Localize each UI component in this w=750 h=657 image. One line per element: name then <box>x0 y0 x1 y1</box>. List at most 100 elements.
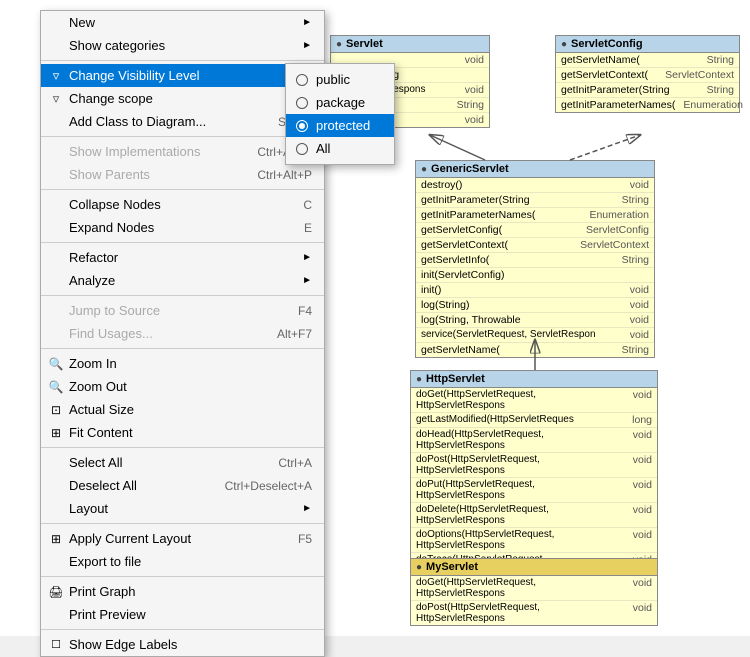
separator-5 <box>41 295 324 296</box>
menu-item-print-preview-label: Print Preview <box>69 607 146 622</box>
separator-1 <box>41 60 324 61</box>
menu-item-find-usages: Find Usages... Alt+F7 <box>41 322 324 345</box>
radio-public <box>296 74 308 86</box>
actual-size-icon: ⊡ <box>47 401 65 419</box>
collapse-nodes-shortcut: C <box>303 198 312 212</box>
servletconfig-class-body: getServletName( String getServletContext… <box>556 53 739 112</box>
menu-item-print-graph-label: Print Graph <box>69 584 135 599</box>
table-row: doPost(HttpServletRequest, HttpServletRe… <box>411 601 657 625</box>
menu-item-change-scope-label: Change scope <box>69 91 153 106</box>
context-menu: New ► Show categories ► ▿ Change Visibil… <box>40 10 325 657</box>
refactor-arrow: ► <box>302 252 312 263</box>
menu-item-fit-content-label: Fit Content <box>69 425 133 440</box>
menu-item-apply-layout-label: Apply Current Layout <box>69 531 191 546</box>
httpservlet-class-header: ● HttpServlet <box>411 371 657 388</box>
menu-item-expand-nodes-label: Expand Nodes <box>69 220 154 235</box>
menu-item-export-label: Export to file <box>69 554 141 569</box>
radio-protected <box>296 120 308 132</box>
menu-item-actual-size-label: Actual Size <box>69 402 134 417</box>
menu-item-print-graph[interactable]: 🖨 Print Graph <box>41 580 324 603</box>
visibility-protected-label: protected <box>316 118 370 133</box>
menu-item-change-visibility-label: Change Visibility Level <box>69 68 200 83</box>
menu-item-new-label: New <box>69 15 95 30</box>
menu-item-select-all[interactable]: Select All Ctrl+A <box>41 451 324 474</box>
filter-icon: ▿ <box>47 90 65 108</box>
analyze-arrow: ► <box>302 275 312 286</box>
menu-item-jump-to-source: Jump to Source F4 <box>41 299 324 322</box>
table-row: getInitParameterNames( Enumeration <box>556 98 739 112</box>
table-row: doGet(HttpServletRequest, HttpServletRes… <box>411 576 657 601</box>
menu-item-change-visibility[interactable]: ▿ Change Visibility Level ► <box>41 64 324 87</box>
servletconfig-class: ● ServletConfig getServletName( String g… <box>555 35 740 113</box>
menu-item-zoom-in[interactable]: 🔍 Zoom In <box>41 352 324 375</box>
table-row: getServletInfo( String <box>416 253 654 268</box>
myservlet-class-header: ● MyServlet <box>411 559 657 576</box>
menu-item-apply-layout[interactable]: ⊞ Apply Current Layout F5 <box>41 527 324 550</box>
menu-item-show-edge-labels-label: Show Edge Labels <box>69 637 177 652</box>
table-row: service(ServletRequest, ServletRespon vo… <box>416 328 654 343</box>
menu-item-show-implementations-label: Show Implementations <box>69 144 201 159</box>
visibility-all[interactable]: All <box>286 137 394 160</box>
table-row: getLastModified(HttpServletReques long <box>411 413 657 428</box>
visibility-package[interactable]: package <box>286 91 394 114</box>
menu-item-fit-content[interactable]: ⊞ Fit Content <box>41 421 324 444</box>
separator-4 <box>41 242 324 243</box>
menu-item-zoom-out-label: Zoom Out <box>69 379 127 394</box>
layout-arrow: ► <box>302 503 312 514</box>
genericservlet-class: ● GenericServlet destroy() void getInitP… <box>415 160 655 358</box>
funnel-icon: ▿ <box>47 67 65 85</box>
apply-layout-shortcut: F5 <box>298 532 312 546</box>
menu-item-jump-to-source-label: Jump to Source <box>69 303 160 318</box>
table-row: doGet(HttpServletRequest, HttpServletRes… <box>411 388 657 413</box>
menu-item-new[interactable]: New ► <box>41 11 324 34</box>
genericservlet-class-body: destroy() void getInitParameter(String S… <box>416 178 654 357</box>
menu-item-actual-size[interactable]: ⊡ Actual Size <box>41 398 324 421</box>
table-row: destroy() void <box>416 178 654 193</box>
menu-item-analyze-label: Analyze <box>69 273 115 288</box>
menu-item-add-class-label: Add Class to Diagram... <box>69 114 206 129</box>
separator-2 <box>41 136 324 137</box>
table-row: doDelete(HttpServletRequest, HttpServlet… <box>411 503 657 528</box>
menu-item-layout[interactable]: Layout ► <box>41 497 324 520</box>
menu-item-print-preview[interactable]: Print Preview <box>41 603 324 626</box>
menu-item-show-edge-labels[interactable]: ☐ Show Edge Labels <box>41 633 324 656</box>
menu-item-refactor[interactable]: Refactor ► <box>41 246 324 269</box>
table-row: log(String, Throwable void <box>416 313 654 328</box>
menu-item-find-usages-label: Find Usages... <box>69 326 153 341</box>
menu-item-analyze[interactable]: Analyze ► <box>41 269 324 292</box>
visibility-public-label: public <box>316 72 350 87</box>
servlet-class-name: Servlet <box>346 38 383 50</box>
separator-3 <box>41 189 324 190</box>
table-row: doOptions(HttpServletRequest, HttpServle… <box>411 528 657 553</box>
table-row: getInitParameter(String String <box>556 83 739 98</box>
menu-item-show-categories[interactable]: Show categories ► <box>41 34 324 57</box>
myservlet-class-name: MyServlet <box>426 561 478 573</box>
menu-item-expand-nodes[interactable]: Expand Nodes E <box>41 216 324 239</box>
apply-layout-icon: ⊞ <box>47 530 65 548</box>
separator-10 <box>41 629 324 630</box>
menu-item-add-class[interactable]: Add Class to Diagram... Space <box>41 110 324 133</box>
menu-item-export[interactable]: Export to file <box>41 550 324 573</box>
table-row: log(String) void <box>416 298 654 313</box>
menu-item-show-implementations: Show Implementations Ctrl+Alt+B <box>41 140 324 163</box>
menu-item-zoom-in-label: Zoom In <box>69 356 117 371</box>
genericservlet-class-name: GenericServlet <box>431 163 509 175</box>
table-row: getInitParameter(String String <box>416 193 654 208</box>
table-row: init() void <box>416 283 654 298</box>
visibility-public[interactable]: public <box>286 68 394 91</box>
show-parents-shortcut: Ctrl+Alt+P <box>257 168 312 182</box>
radio-all <box>296 143 308 155</box>
menu-item-collapse-nodes[interactable]: Collapse Nodes C <box>41 193 324 216</box>
table-row: doPut(HttpServletRequest, HttpServletRes… <box>411 478 657 503</box>
visibility-protected[interactable]: protected <box>286 114 394 137</box>
table-row: getInitParameterNames( Enumeration <box>416 208 654 223</box>
menu-item-change-scope[interactable]: ▿ Change scope ► <box>41 87 324 110</box>
menu-item-refactor-label: Refactor <box>69 250 118 265</box>
new-submenu-arrow: ► <box>302 17 312 28</box>
menu-item-show-parents: Show Parents Ctrl+Alt+P <box>41 163 324 186</box>
separator-7 <box>41 447 324 448</box>
visibility-all-label: All <box>316 141 330 156</box>
menu-item-deselect-all[interactable]: Deselect All Ctrl+Deselect+A <box>41 474 324 497</box>
menu-item-zoom-out[interactable]: 🔍 Zoom Out <box>41 375 324 398</box>
zoom-out-icon: 🔍 <box>47 378 65 396</box>
